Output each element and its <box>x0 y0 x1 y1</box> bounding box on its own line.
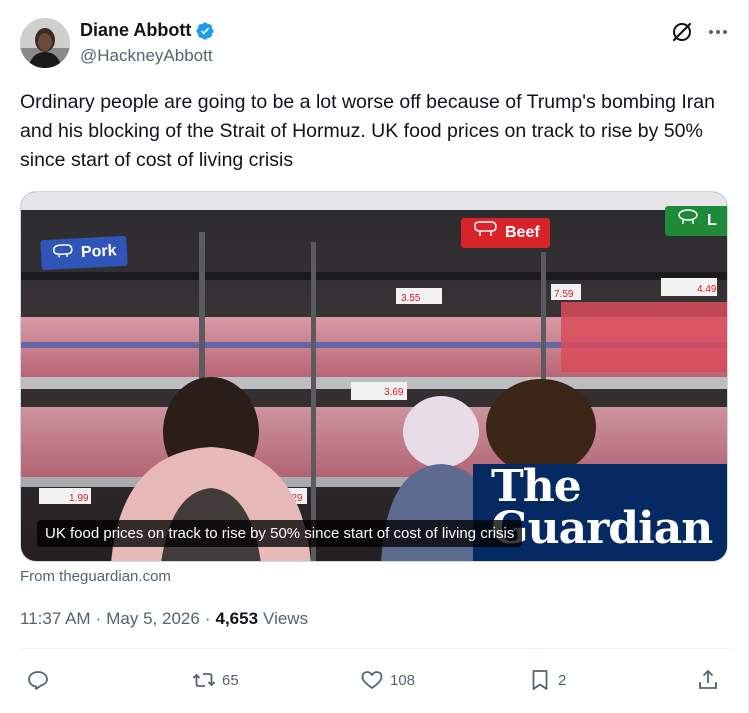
reply-icon <box>28 671 48 690</box>
shelf-label-text: L <box>707 212 717 229</box>
retweet-icon <box>192 673 216 687</box>
share-icon <box>699 669 717 689</box>
shelf-label-text: Beef <box>505 224 540 241</box>
author-name[interactable]: Diane Abbott <box>80 20 191 41</box>
tweet-time[interactable]: 11:37 AM <box>20 609 91 629</box>
reply-button[interactable] <box>26 668 56 692</box>
views-label: Views <box>263 609 309 628</box>
svg-text:1.99: 1.99 <box>69 493 89 504</box>
guardian-logo-text: The Guardian <box>491 461 713 554</box>
link-card-image[interactable]: 3.55 7.59 4.49 3.69 1.99 3.29 Pork Beef <box>20 191 728 562</box>
tweet-meta: 11:37 AM · May 5, 2026 · 4,653 Views <box>20 609 308 629</box>
link-source[interactable]: From theguardian.com <box>20 568 171 585</box>
shelf-label-lamb: L <box>665 206 727 236</box>
pig-icon <box>50 238 76 269</box>
heart-icon <box>361 671 383 689</box>
retweet-count: 65 <box>222 671 239 689</box>
media-caption: UK food prices on track to rise by 50% s… <box>37 520 523 547</box>
share-button[interactable] <box>696 668 720 692</box>
tweet-date[interactable]: May 5, 2026 <box>106 609 200 629</box>
author-name-line: Diane Abbott <box>80 20 215 41</box>
shelf-label-text: Pork <box>80 242 117 262</box>
meta-separator: · <box>95 609 102 628</box>
tweet-text: Ordinary people are going to be a lot wo… <box>20 91 715 171</box>
divider <box>20 648 730 649</box>
more-icon[interactable] <box>706 20 730 44</box>
svg-text:3.55: 3.55 <box>401 293 421 304</box>
bookmark-count: 2 <box>558 671 567 689</box>
like-count: 108 <box>390 671 416 689</box>
bookmark-icon <box>532 670 548 690</box>
shelf-label-pork: Pork <box>40 235 128 271</box>
author-handle[interactable]: @HackneyAbbott <box>80 46 213 66</box>
svg-text:4.49: 4.49 <box>697 284 717 295</box>
svg-text:7.59: 7.59 <box>554 289 574 300</box>
sheep-icon <box>675 206 701 236</box>
verified-badge-icon[interactable] <box>195 21 215 41</box>
action-bar: 65 108 2 <box>20 668 730 700</box>
tweet-header: Diane Abbott @HackneyAbbott <box>20 16 730 72</box>
views-count: 4,653 <box>215 609 259 628</box>
retweet-button[interactable]: 65 <box>192 668 239 692</box>
guardian-logo: The Guardian <box>473 461 727 561</box>
meta-separator: · <box>204 609 211 628</box>
cow-icon <box>471 218 499 248</box>
grok-icon[interactable] <box>670 20 694 44</box>
svg-text:3.69: 3.69 <box>384 387 404 398</box>
bookmark-button[interactable]: 2 <box>528 668 566 692</box>
avatar[interactable] <box>20 18 70 68</box>
shelf-label-beef: Beef <box>461 218 550 248</box>
like-button[interactable]: 108 <box>360 668 415 692</box>
